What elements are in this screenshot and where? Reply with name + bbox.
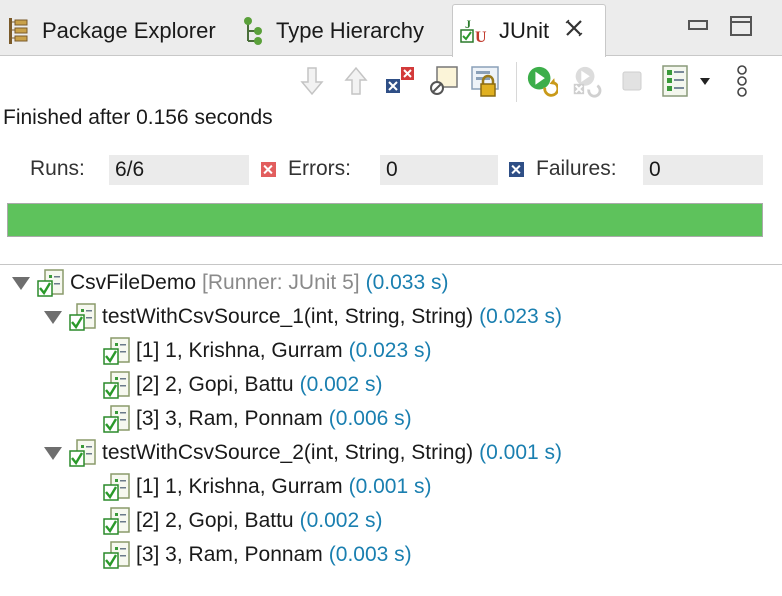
- tree-case-row[interactable]: [2] 2, Gopi, Battu (0.002 s): [102, 505, 382, 537]
- maximize-view-button[interactable]: [730, 16, 752, 36]
- test-passed-icon: [103, 541, 130, 569]
- tree-node-name: [2] 2, Gopi, Battu: [136, 373, 294, 396]
- view-menu-icon: [737, 65, 747, 97]
- tab-junit[interactable]: J U JUnit: [452, 4, 606, 57]
- tree-case-row[interactable]: [1] 1, Krishna, Gurram (0.001 s): [102, 471, 431, 503]
- type-hierarchy-icon: [240, 16, 266, 46]
- expand-toggle-icon[interactable]: [44, 446, 62, 460]
- test-passed-icon: [103, 507, 130, 535]
- elapsed-time: (0.001 s): [479, 441, 563, 464]
- test-passed-icon: [103, 337, 130, 365]
- test-suite-passed-icon: [37, 269, 64, 297]
- test-suite-passed-icon: [69, 439, 96, 467]
- tab-label: JUnit: [499, 18, 550, 43]
- package-explorer-icon: [6, 16, 32, 46]
- expand-toggle-icon[interactable]: [44, 310, 62, 324]
- expand-toggle-icon[interactable]: [12, 276, 30, 290]
- rerun-failed-first-button[interactable]: [570, 64, 602, 98]
- scroll-lock-icon: [471, 66, 499, 97]
- view-menu-button[interactable]: [726, 64, 758, 98]
- next-failure-icon: [300, 67, 324, 96]
- test-passed-icon: [103, 473, 130, 501]
- elapsed-time: (0.002 s): [299, 509, 383, 532]
- rerun-failed-first-icon: [573, 66, 602, 98]
- dropdown-arrow-icon: [700, 78, 710, 85]
- previous-failure-button[interactable]: [340, 64, 372, 98]
- test-suite-passed-icon: [69, 303, 96, 331]
- view-tab-bar: Package Explorer Type Hierarchy J U JUni…: [0, 0, 782, 57]
- tree-node-name: CsvFileDemo: [70, 271, 197, 294]
- test-passed-icon: [103, 371, 130, 399]
- test-run-history-button[interactable]: [660, 64, 712, 98]
- junit-icon: J U: [459, 16, 491, 46]
- progress-fill: [8, 204, 762, 236]
- elapsed-time: (0.023 s): [479, 305, 563, 328]
- elapsed-time: (0.033 s): [365, 271, 449, 294]
- elapsed-time: (0.006 s): [328, 407, 412, 430]
- tree-node-name: [1] 1, Krishna, Gurram: [136, 475, 343, 498]
- test-passed-icon: [103, 405, 130, 433]
- tab-label: Package Explorer: [42, 18, 216, 43]
- tree-method-row[interactable]: testWithCsvSource_1(int, String, String)…: [44, 301, 562, 333]
- tree-case-row[interactable]: [2] 2, Gopi, Battu (0.002 s): [102, 369, 382, 401]
- test-progress-bar: [7, 203, 763, 237]
- failures-value: 0: [643, 155, 763, 185]
- show-skipped-only-icon: [430, 66, 458, 95]
- errors-label: Errors:: [288, 157, 351, 180]
- elapsed-time: (0.023 s): [348, 339, 432, 362]
- rerun-test-button[interactable]: [526, 64, 558, 98]
- svg-text:J: J: [465, 17, 471, 31]
- runs-value: 6/6: [109, 155, 249, 185]
- scroll-lock-button[interactable]: [470, 64, 502, 98]
- stop-button[interactable]: [616, 64, 648, 98]
- show-failures-only-button[interactable]: [384, 64, 416, 98]
- tree-case-row[interactable]: [3] 3, Ram, Ponnam (0.006 s): [102, 403, 412, 435]
- close-tab-icon[interactable]: [563, 17, 585, 45]
- tree-root-csvfiledemo[interactable]: CsvFileDemo [Runner: JUnit 5] (0.033 s): [12, 267, 448, 299]
- rerun-test-icon: [527, 66, 558, 97]
- runner-label: [Runner: JUnit 5]: [202, 271, 360, 294]
- failures-label: Failures:: [536, 157, 617, 180]
- tree-node-name: [2] 2, Gopi, Battu: [136, 509, 294, 532]
- toolbar-separator: [516, 62, 517, 102]
- tree-node-name: testWithCsvSource_1(int, String, String): [102, 305, 474, 328]
- tree-case-row[interactable]: [3] 3, Ram, Ponnam (0.003 s): [102, 539, 412, 571]
- tree-method-row[interactable]: testWithCsvSource_2(int, String, String)…: [44, 437, 562, 469]
- tree-node-name: [3] 3, Ram, Ponnam: [136, 543, 323, 566]
- show-skipped-only-button[interactable]: [428, 64, 460, 98]
- elapsed-time: (0.002 s): [299, 373, 383, 396]
- divider: [0, 264, 782, 265]
- test-run-history-icon: [662, 65, 688, 97]
- show-failures-only-icon: [386, 67, 414, 93]
- tab-type-hierarchy[interactable]: Type Hierarchy: [240, 6, 424, 56]
- runs-label: Runs:: [30, 157, 85, 180]
- counter-panel: Runs: 6/6 Errors: 0 Failures: 0: [0, 155, 782, 185]
- tree-node-name: testWithCsvSource_2(int, String, String): [102, 441, 474, 464]
- failure-icon: [509, 162, 524, 177]
- tab-package-explorer[interactable]: Package Explorer: [6, 6, 216, 56]
- minimize-view-button[interactable]: [688, 20, 708, 30]
- previous-failure-icon: [344, 66, 368, 95]
- next-failure-button[interactable]: [296, 64, 328, 98]
- svg-text:U: U: [475, 29, 487, 46]
- elapsed-time: (0.003 s): [328, 543, 412, 566]
- elapsed-time: (0.001 s): [348, 475, 432, 498]
- error-icon: [261, 162, 276, 177]
- stop-icon: [622, 71, 642, 91]
- junit-toolbar: [0, 62, 782, 102]
- tree-node-name: [1] 1, Krishna, Gurram: [136, 339, 343, 362]
- tree-case-row[interactable]: [1] 1, Krishna, Gurram (0.023 s): [102, 335, 431, 367]
- tab-label: Type Hierarchy: [276, 18, 424, 43]
- status-message: Finished after 0.156 seconds: [3, 106, 273, 129]
- errors-value: 0: [380, 155, 498, 185]
- tree-node-name: [3] 3, Ram, Ponnam: [136, 407, 323, 430]
